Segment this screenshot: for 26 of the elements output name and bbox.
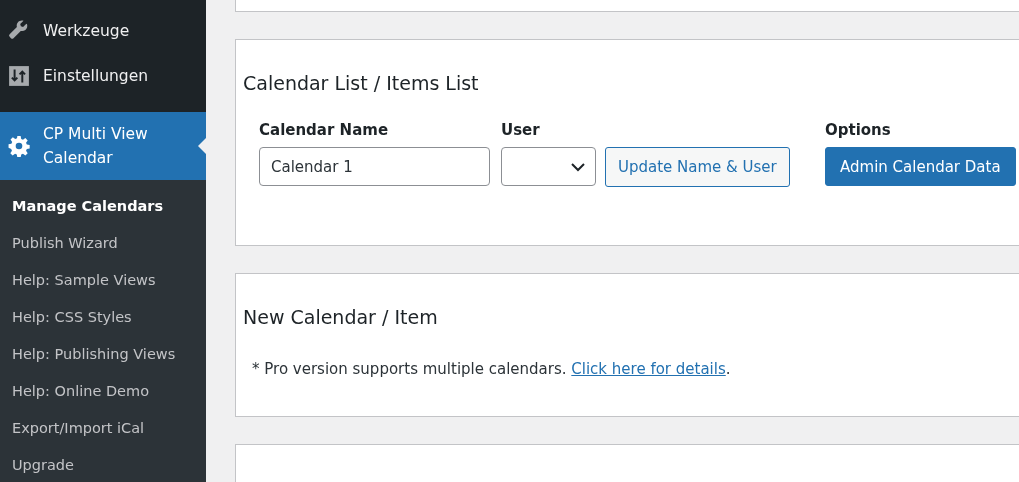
submenu-item[interactable]: Help: Online Demo [0, 373, 206, 410]
menu-item[interactable]: Werkzeuge [0, 8, 206, 53]
section-heading: Calendar List / Items List [243, 72, 480, 94]
wrench-icon [8, 19, 30, 42]
gear-icon [8, 135, 30, 157]
user-dropdown[interactable] [501, 147, 596, 186]
details-link[interactable]: Click here for details [571, 360, 726, 378]
field-label: User [501, 121, 541, 139]
menu-item[interactable]: Einstellungen [0, 53, 206, 98]
submenu-item[interactable]: Help: Sample Views [0, 262, 206, 299]
field-label: Options [825, 121, 892, 139]
notice-text: * Pro version supports multiple calendars. Click here for details. [252, 360, 732, 378]
submenu-item[interactable]: Help: Publishing Views [0, 336, 206, 373]
submenu-item[interactable]: Publish Wizard [0, 225, 206, 262]
menu-item[interactable]: CP Multi View Calendar [0, 112, 206, 180]
section-heading: New Calendar / Item [243, 306, 439, 328]
update-button[interactable]: Update Name & User [605, 147, 790, 187]
admin-button[interactable]: Admin Calendar Data [825, 147, 1016, 186]
calendar-name-field[interactable]: Calendar 1 [259, 147, 490, 186]
submenu-item[interactable]: Help: CSS Styles [0, 299, 206, 336]
sliders-icon [8, 64, 30, 87]
chevron-down-icon [571, 161, 585, 172]
submenu-item[interactable]: Export/Import iCal [0, 410, 206, 447]
submenu-item[interactable]: Upgrade [0, 447, 206, 482]
submenu-item[interactable]: Manage Calendars [0, 188, 206, 225]
field-label: Calendar Name [259, 121, 390, 139]
